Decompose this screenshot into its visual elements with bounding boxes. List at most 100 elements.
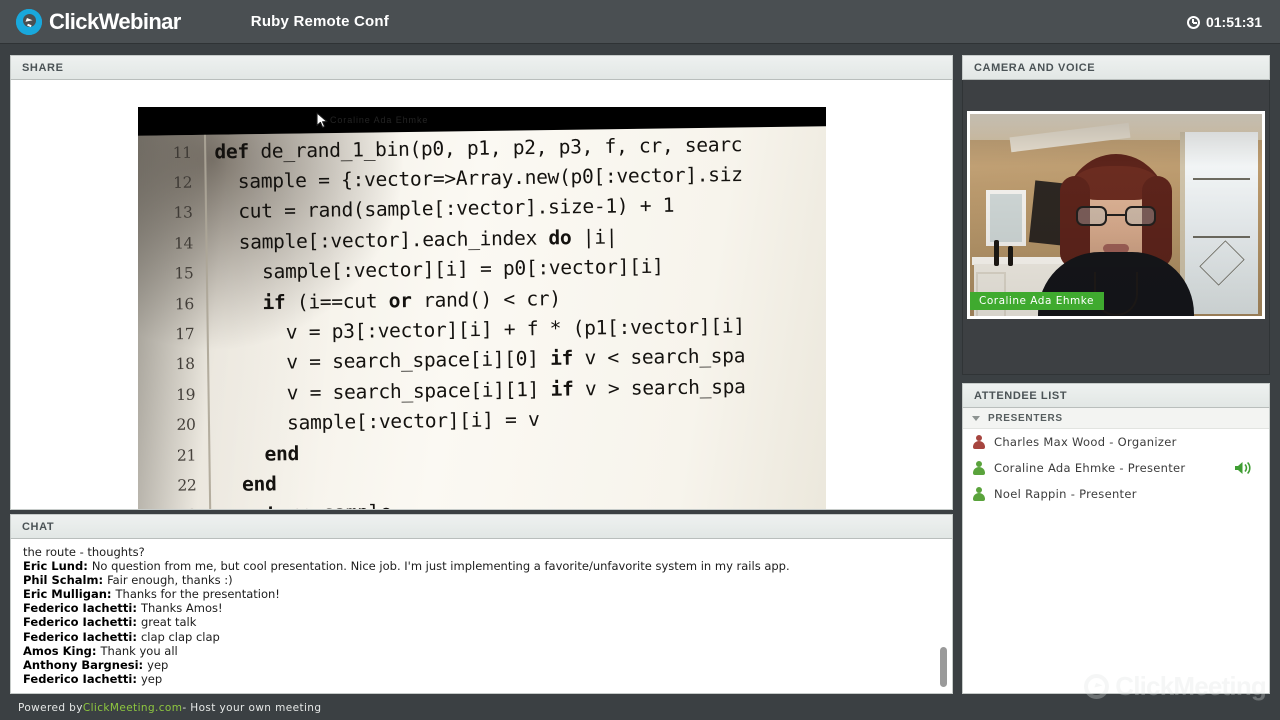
chat-message: Eric Lund: No question from me, but cool… (23, 559, 932, 573)
shared-screen-stage[interactable]: 11 def de_rand_1_bin(p0, p1, p2, p3, f, c… (138, 107, 826, 509)
chat-panel-title: CHAT (22, 520, 55, 533)
remote-cursor: Coraline Ada Ehmke (316, 112, 428, 129)
chat-message: Federico Iachetti: yep (23, 672, 932, 686)
volume-speaker-icon[interactable] (1234, 460, 1253, 481)
top-bar: ClickWebinar Ruby Remote Conf 01:51:31 (0, 0, 1280, 44)
attendee-name: Charles Max Wood - Organizer (994, 435, 1177, 449)
camera-panel: CAMERA AND VOICE Coraline Ada Ehmke (962, 55, 1270, 375)
chat-message-text: No question from me, but cool presentati… (91, 559, 790, 574)
code-line-text: v = p3[:vector][i] + f * (p1[:vector][i] (216, 314, 745, 345)
brand-name: ClickWebinar (49, 8, 181, 34)
chat-message: Anthony Bargnesi: yep (23, 658, 932, 672)
code-line-number: 18 (175, 354, 195, 374)
chat-message-author: Federico Iachetti: (23, 629, 141, 644)
code-sheet: 11 def de_rand_1_bin(p0, p1, p2, p3, f, c… (138, 126, 826, 509)
chat-panel: CHAT the route - thoughts? Eric Lund: No … (10, 514, 953, 694)
chat-message-text: great talk (140, 615, 197, 630)
chat-panel-header: CHAT (10, 514, 953, 539)
code-line-text: v = search_space[i][1] if v > search_spa (217, 375, 746, 406)
chat-message: Federico Iachetti: Thanks Amos! (23, 601, 932, 615)
conference-title: Ruby Remote Conf (250, 13, 389, 30)
footer-suffix: - Host your own meeting (182, 702, 322, 714)
camera-video-feed[interactable]: Coraline Ada Ehmke (967, 111, 1265, 319)
code-line-text: end (241, 472, 277, 496)
triangle-down-icon[interactable] (972, 415, 980, 421)
chat-message-author: Federico Iachetti: (23, 615, 141, 630)
chat-message-author: Federico Iachetti: (23, 601, 141, 616)
attendee-name: Coraline Ada Ehmke - Presenter (994, 461, 1186, 475)
chat-message-list[interactable]: the route - thoughts? Eric Lund: No quest… (10, 539, 953, 694)
code-line-number: 15 (174, 264, 194, 283)
attendee-row[interactable]: Charles Max Wood - Organizer (963, 429, 1269, 455)
attendee-row[interactable]: Coraline Ada Ehmke - Presenter (963, 455, 1269, 481)
code-line-text: sample[:vector][i] = v (218, 408, 540, 436)
person-icon (972, 486, 985, 502)
code-line-text: sample = {:vector=>Array.new(p0[:vector]… (214, 163, 743, 194)
chat-message-text: Thanks Amos! (140, 601, 223, 616)
chat-message: Phil Schalm: Fair enough, thanks :) (23, 573, 932, 587)
share-panel-body[interactable]: 11 def de_rand_1_bin(p0, p1, p2, p3, f, c… (10, 80, 953, 510)
chat-message-author: Phil Schalm: (23, 573, 108, 588)
chat-message-author: Eric Mulligan: (23, 587, 116, 602)
chat-message-text: yep (147, 657, 169, 672)
clock-icon (1186, 15, 1200, 29)
session-timer: 01:51:31 (1186, 0, 1262, 44)
attendee-list-body: PRESENTERS Charles Max Wood - Organizer C… (962, 408, 1270, 694)
attendee-group-presenters[interactable]: PRESENTERS (963, 408, 1269, 429)
code-line-text: v = search_space[i][0] if v < search_spa (217, 345, 746, 376)
camera-panel-title: CAMERA AND VOICE (974, 61, 1096, 74)
attendee-group-label: PRESENTERS (988, 412, 1063, 424)
chat-message-text: Thanks for the presentation! (115, 587, 280, 602)
code-lines: 11 def de_rand_1_bin(p0, p1, p2, p3, f, c… (138, 126, 826, 509)
code-line-number: 13 (173, 203, 193, 223)
chat-message-author: Eric Lund: (23, 559, 92, 574)
footer-prefix: Powered by (18, 702, 83, 714)
chat-message: Amos King: Thank you all (23, 644, 932, 658)
code-line-number: 16 (174, 294, 195, 314)
elapsed-time: 01:51:31 (1205, 14, 1262, 30)
code-line-text: def de_rand_1_bin(p0, p1, p2, p3, f, cr,… (214, 133, 743, 164)
chat-message: Federico Iachetti: great talk (23, 615, 932, 629)
chat-message: Federico Iachetti: clap clap clap (23, 630, 932, 644)
chat-message-text: Fair enough, thanks :) (107, 573, 233, 588)
chat-scrollbar-thumb[interactable] (940, 647, 947, 687)
attendee-panel-title: ATTENDEE LIST (974, 389, 1068, 402)
camera-panel-body: Coraline Ada Ehmke (962, 80, 1270, 375)
attendee-panel: ATTENDEE LIST PRESENTERS Charles Max Woo… (962, 383, 1270, 694)
attendee-panel-header: ATTENDEE LIST (962, 383, 1270, 408)
person-icon (972, 434, 985, 450)
camera-scene (970, 114, 1262, 316)
code-line-text: sample[:vector].each_index do |i| (215, 225, 618, 255)
chat-message-text: the route - thoughts? (23, 545, 145, 559)
code-line-number: 22 (177, 476, 197, 495)
chat-message-author: Federico Iachetti: (23, 671, 141, 686)
chat-scrollbar[interactable] (937, 540, 950, 693)
code-line-number: 20 (176, 415, 196, 435)
code-line-number: 12 (173, 173, 193, 193)
attendee-row[interactable]: Noel Rappin - Presenter (963, 481, 1269, 507)
brand: ClickWebinar (16, 8, 181, 35)
code-line-number: 19 (176, 385, 196, 404)
code-line-text: if (i==cut or rand() < cr) (262, 287, 561, 315)
share-panel-header: SHARE (10, 55, 953, 80)
chat-message-author: Amos King: (23, 643, 101, 658)
code-line-number: 14 (173, 233, 194, 253)
mouse-pointer-icon (316, 112, 328, 128)
code-line-text: cut = rand(sample[:vector].size-1) + 1 (215, 194, 675, 224)
footer: Powered by ClickMeeting.com - Host your … (0, 696, 1280, 720)
attendee-name: Noel Rappin - Presenter (994, 487, 1137, 501)
code-line-number: 23 (138, 506, 197, 509)
code-line-number: 17 (175, 324, 195, 344)
chat-message-text: yep (140, 671, 163, 686)
code-line-text: sample[:vector][i] = p0[:vector][i] (215, 255, 664, 285)
share-panel: SHARE 11 def de_rand_1_bin(p0, p1, p2, p3… (10, 55, 953, 510)
chat-message-text: Thank you all (100, 643, 178, 658)
remote-cursor-label: Coraline Ada Ehmke (330, 115, 429, 125)
clickmeeting-link[interactable]: ClickMeeting.com (83, 702, 183, 714)
camera-vignette (970, 114, 1262, 316)
code-line-text: end (264, 442, 300, 466)
clickwebinar-cursor-logo-icon (16, 8, 42, 35)
camera-name-badge: Coraline Ada Ehmke (970, 292, 1104, 310)
chat-message: the route - thoughts? (23, 545, 932, 559)
code-line-number: 11 (172, 142, 192, 162)
